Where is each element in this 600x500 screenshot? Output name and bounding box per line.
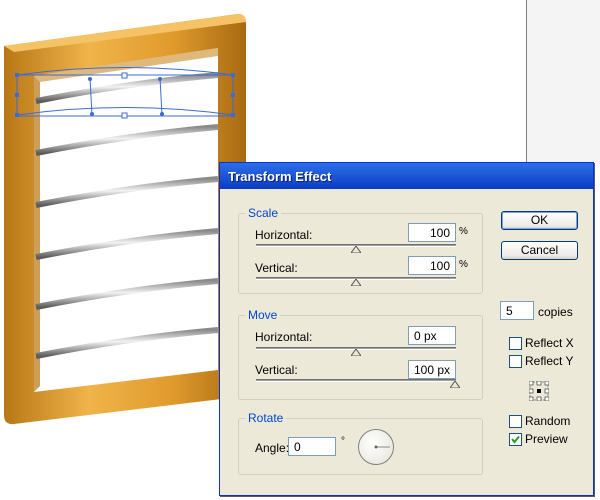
scale-vertical-slider-thumb[interactable] — [351, 279, 361, 286]
transform-effect-dialog: Transform Effect Scale Horizontal: 100 %… — [219, 162, 594, 496]
dialog-title: Transform Effect — [228, 169, 332, 184]
move-horizontal-slider-thumb[interactable] — [351, 349, 361, 356]
move-legend: Move — [248, 308, 278, 322]
reflect-x-checkbox[interactable] — [509, 337, 522, 350]
random-checkbox[interactable] — [509, 415, 522, 428]
scale-vertical-label: Vertical: — [255, 261, 298, 275]
preview-checkbox[interactable] — [509, 433, 522, 446]
rotate-angle-unit: ° — [341, 436, 345, 447]
copies-label: copies — [538, 305, 573, 319]
move-horizontal-label: Horizontal: — [255, 330, 313, 344]
scale-horizontal-label: Horizontal: — [255, 228, 313, 242]
random-label: Random — [525, 414, 571, 428]
rotate-angle-input[interactable]: 0 — [288, 437, 336, 456]
cancel-button[interactable]: Cancel — [501, 241, 578, 260]
reflect-y-checkbox[interactable] — [509, 355, 522, 368]
move-vertical-label: Vertical: — [255, 363, 298, 377]
scale-horizontal-unit: % — [459, 226, 468, 237]
checkmark-icon — [511, 435, 520, 444]
move-horizontal-input[interactable]: 0 px — [408, 326, 456, 345]
scale-vertical-unit: % — [459, 259, 468, 270]
side-panel — [526, 0, 600, 162]
rotate-angle-label: Angle: — [255, 441, 290, 455]
scale-legend: Scale — [248, 206, 279, 220]
rotate-angle-dial[interactable] — [358, 429, 394, 465]
scale-vertical-input[interactable]: 100 — [408, 256, 456, 275]
scale-horizontal-slider-thumb[interactable] — [351, 246, 361, 253]
reflect-y-label: Reflect Y — [525, 354, 574, 368]
scale-horizontal-input[interactable]: 100 — [408, 223, 456, 242]
reference-point-icon[interactable] — [529, 381, 549, 401]
preview-label: Preview — [525, 432, 568, 446]
reflect-x-label: Reflect X — [525, 336, 574, 350]
rotate-legend: Rotate — [248, 411, 284, 425]
dialog-title-bar[interactable]: Transform Effect — [220, 163, 593, 189]
move-vertical-slider-track[interactable] — [256, 379, 456, 382]
move-vertical-slider-thumb[interactable] — [450, 381, 460, 388]
ok-button[interactable]: OK — [501, 211, 578, 230]
move-vertical-input[interactable]: 100 px — [408, 360, 456, 379]
copies-input[interactable]: 5 — [500, 301, 534, 320]
